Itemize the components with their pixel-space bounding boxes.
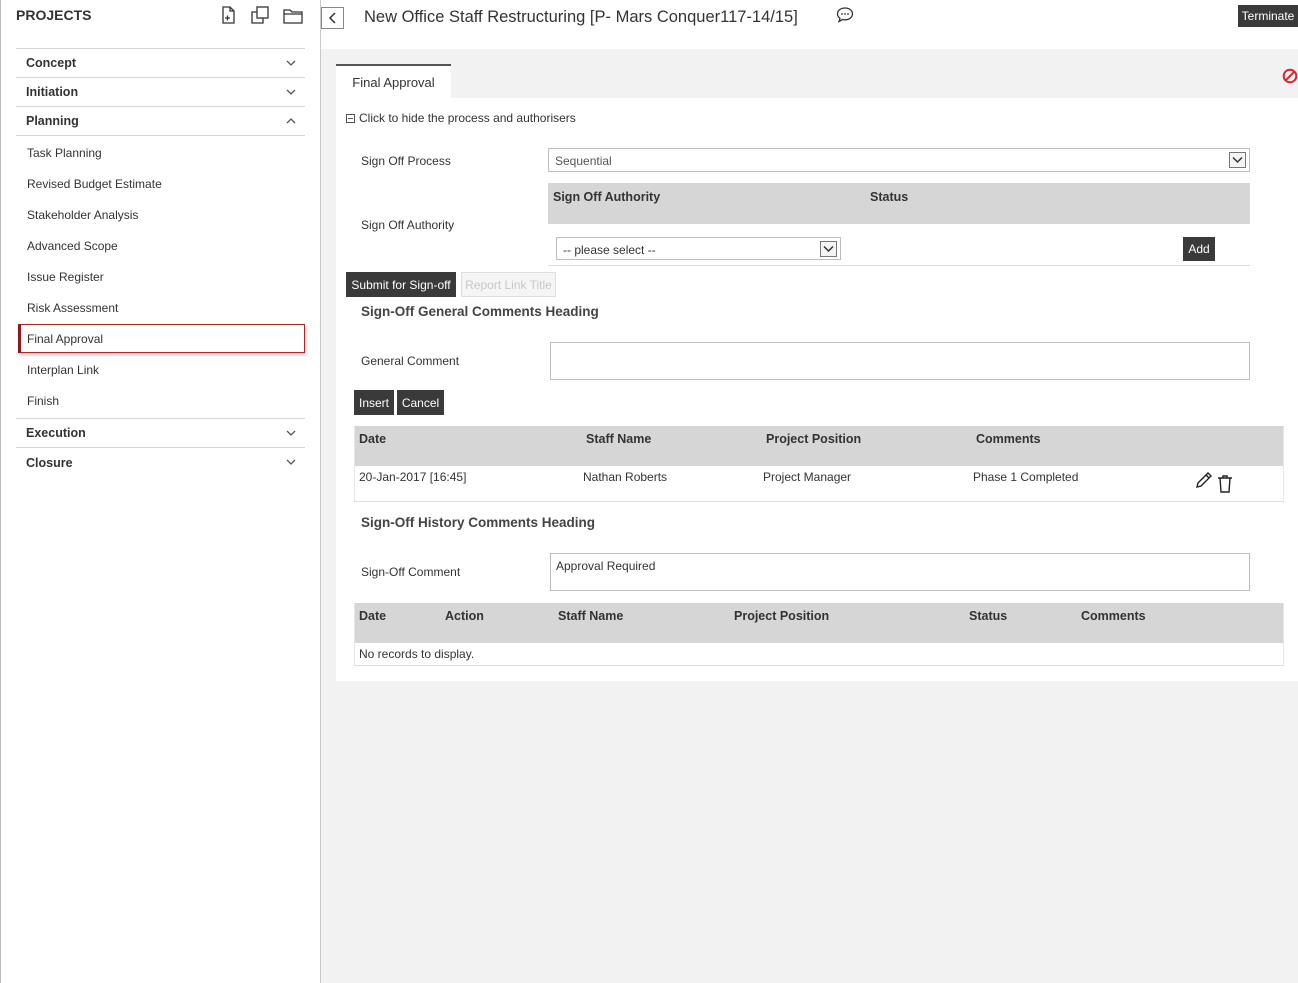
sidebar-item-risk-assessment[interactable]: Risk Assessment: [27, 301, 118, 315]
general-comments-heading: Sign-Off General Comments Heading: [361, 304, 599, 319]
sidebar-item-task-planning[interactable]: Task Planning: [27, 146, 102, 160]
cell-staff: Nathan Roberts: [583, 470, 668, 484]
sign-off-process-label: Sign Off Process: [361, 154, 451, 168]
table-header: Date Action Staff Name Project Position …: [355, 603, 1283, 643]
select-value: -- please select --: [563, 243, 656, 257]
sign-off-comment-input[interactable]: Approval Required: [550, 553, 1250, 591]
chevron-down-icon: [286, 459, 296, 465]
cell-date: 20-Jan-2017 [16:45]: [359, 470, 467, 484]
column-header: Action: [445, 609, 484, 623]
column-header: Project Position: [766, 432, 862, 446]
stage-closure[interactable]: Closure: [16, 448, 305, 477]
sidebar-item-finish[interactable]: Finish: [27, 394, 59, 408]
comment-icon[interactable]: [836, 6, 854, 24]
hide-process-toggle[interactable]: Click to hide the process and authoriser…: [346, 111, 576, 125]
toggle-label: Click to hide the process and authoriser…: [359, 111, 576, 125]
sign-off-comment-label: Sign-Off Comment: [361, 565, 461, 579]
stage-label: Concept: [26, 56, 76, 70]
sidebar-item-revised-budget-estimate[interactable]: Revised Budget Estimate: [27, 177, 162, 191]
authority-table: Sign Off Authority Status -- please sele…: [548, 183, 1250, 266]
report-link-button[interactable]: Report Link Title: [461, 272, 556, 297]
empty-message: No records to display.: [359, 647, 475, 661]
history-comments-heading: Sign-Off History Comments Heading: [361, 515, 596, 530]
new-file-icon[interactable]: [218, 5, 238, 25]
sidebar-item-final-approval[interactable]: Final Approval: [27, 332, 103, 346]
sidebar-toolbar: [218, 5, 303, 25]
empty-row: No records to display.: [355, 643, 1283, 666]
terminate-button[interactable]: Terminate: [1238, 5, 1298, 27]
sign-off-authority-label: Sign Off Authority: [361, 218, 455, 232]
chevron-down-icon: [286, 430, 296, 436]
chevron-down-icon: [286, 89, 296, 95]
table-row: 20-Jan-2017 [16:45] Nathan Roberts Proje…: [355, 466, 1283, 501]
sidebar-item-advanced-scope[interactable]: Advanced Scope: [27, 239, 118, 253]
cancel-button[interactable]: Cancel: [397, 390, 444, 415]
column-header: Date: [359, 609, 387, 623]
sign-off-process-select[interactable]: Sequential: [548, 148, 1250, 172]
general-comment-label: General Comment: [361, 354, 460, 368]
authority-select[interactable]: -- please select --: [556, 237, 841, 260]
sidebar-item-stakeholder-analysis[interactable]: Stakeholder Analysis: [27, 208, 138, 222]
chevron-left-icon: [328, 12, 336, 24]
column-header: Staff Name: [586, 432, 652, 446]
stage-label: Execution: [26, 426, 86, 440]
collapse-sidebar-button[interactable]: [321, 7, 344, 29]
chevron-down-icon: [820, 241, 837, 257]
stage-label: Planning: [26, 114, 79, 128]
stage-planning[interactable]: Planning: [16, 107, 305, 136]
chevron-up-icon: [286, 118, 296, 124]
chevron-down-icon: [1229, 152, 1246, 168]
delete-icon[interactable]: [1217, 474, 1233, 494]
chevron-down-icon: [286, 60, 296, 66]
sidebar-item-interplan-link[interactable]: Interplan Link: [27, 363, 99, 377]
edit-icon[interactable]: [1194, 470, 1214, 490]
column-header: Date: [359, 432, 387, 446]
column-header: Status: [870, 190, 909, 204]
insert-button[interactable]: Insert: [354, 390, 394, 415]
folder-icon[interactable]: [282, 5, 303, 25]
stage-initiation[interactable]: Initiation: [16, 78, 305, 107]
sign-off-history-table: Date Action Staff Name Project Position …: [354, 603, 1284, 666]
authority-table-header: Sign Off Authority Status: [548, 183, 1250, 224]
stage-execution[interactable]: Execution: [16, 418, 305, 448]
sidebar-title: PROJECTS: [16, 7, 92, 23]
table-header: Date Staff Name Project Position Comment…: [355, 426, 1283, 466]
stage-concept[interactable]: Concept: [16, 49, 305, 78]
submit-for-sign-off-button[interactable]: Submit for Sign-off: [346, 272, 456, 297]
add-authority-button[interactable]: Add: [1183, 237, 1215, 261]
sidebar-edge: [0, 0, 1, 983]
block-icon[interactable]: [1282, 68, 1298, 84]
page-title: New Office Staff Restructuring [P- Mars …: [364, 8, 798, 26]
copy-icon[interactable]: [250, 5, 270, 25]
column-header: Sign Off Authority: [553, 190, 661, 204]
sidebar-item-issue-register[interactable]: Issue Register: [27, 270, 104, 284]
cell-comment: Phase 1 Completed: [973, 470, 1079, 484]
collapse-icon: [346, 113, 355, 123]
stage-label: Closure: [26, 455, 73, 470]
general-comments-table: Date Staff Name Project Position Comment…: [354, 426, 1284, 502]
column-header: Comments: [976, 432, 1041, 446]
select-value: Sequential: [555, 154, 612, 168]
column-header: Project Position: [734, 609, 830, 623]
column-header: Status: [969, 609, 1008, 623]
stage-label: Initiation: [26, 85, 79, 99]
column-header: Staff Name: [558, 609, 624, 623]
column-header: Comments: [1081, 609, 1146, 623]
general-comment-input[interactable]: [550, 342, 1250, 380]
cell-position: Project Manager: [763, 470, 852, 484]
tab-final-approval[interactable]: Final Approval: [336, 64, 451, 98]
projects-sidebar: PROJECTS Concept Initiation Planning Tas…: [0, 0, 321, 983]
